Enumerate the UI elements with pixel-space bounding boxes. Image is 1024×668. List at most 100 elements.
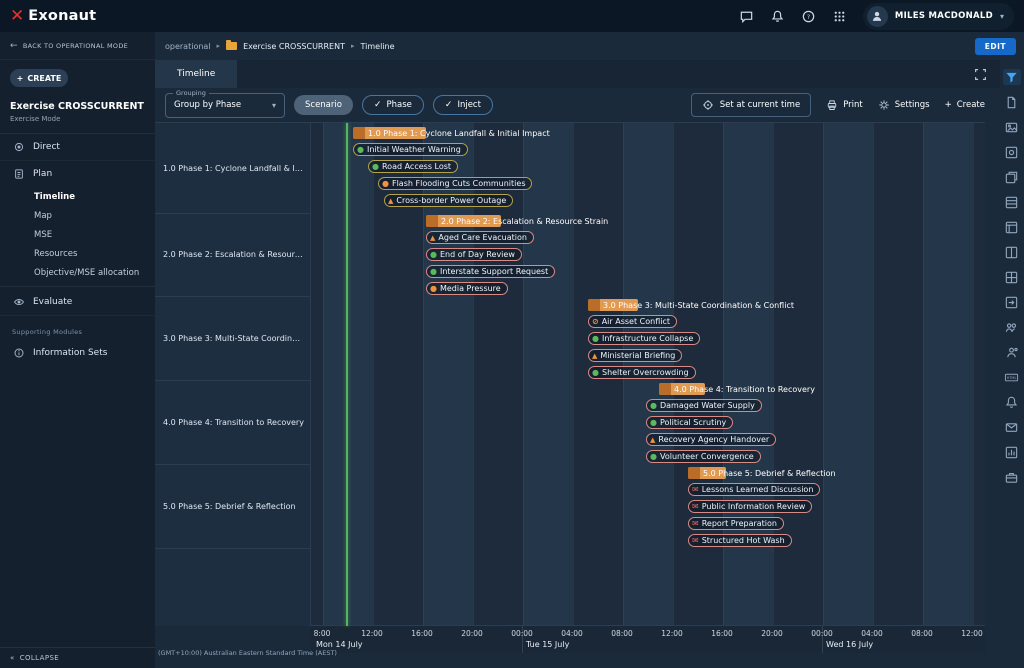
sidebar-item-information-sets[interactable]: Information Sets	[0, 340, 155, 366]
image-icon[interactable]	[1003, 119, 1021, 135]
panel-grid-icon[interactable]	[1003, 269, 1021, 285]
check-icon: ✓	[445, 100, 453, 110]
phase-bar[interactable]: 3.0 Phase 3: Multi-State Coordination & …	[588, 299, 638, 311]
sidebar-item-evaluate[interactable]: Evaluate	[0, 289, 155, 316]
sidebar-item-plan[interactable]: Plan	[0, 161, 155, 187]
sidebar-item-mse[interactable]: MSE	[0, 225, 155, 244]
inject-chip[interactable]: Shelter Overcrowding	[588, 366, 696, 379]
axis-tick: 12:00	[361, 629, 383, 638]
exercise-folder-icon	[226, 42, 237, 50]
panel-columns-icon[interactable]	[1003, 244, 1021, 260]
phase-bar[interactable]: 1.0 Phase 1: Cyclone Landfall & Initial …	[353, 127, 426, 139]
toolbox-icon[interactable]	[1003, 469, 1021, 485]
phase-bar-icon	[588, 299, 600, 311]
inject-chip[interactable]: Volunteer Convergence	[646, 450, 761, 463]
gallery-icon[interactable]	[1003, 169, 1021, 185]
bell-icon[interactable]	[1003, 394, 1021, 410]
create-button[interactable]: + CREATE	[10, 69, 68, 87]
chat-icon[interactable]	[739, 8, 755, 24]
axis-day-label: Mon 14 July	[316, 640, 363, 649]
filter-icon[interactable]	[1003, 69, 1021, 85]
user-group-icon[interactable]	[1003, 344, 1021, 360]
plan-icon	[12, 168, 25, 180]
sidebar-item-objective-mse-allocation[interactable]: Objective/MSE allocation	[0, 263, 155, 282]
tab-timeline[interactable]: Timeline	[155, 60, 237, 88]
edit-button[interactable]: EDIT	[975, 38, 1016, 55]
panel-rows-icon[interactable]	[1003, 219, 1021, 235]
breadcrumb-root[interactable]: operational	[165, 42, 211, 51]
axis-tick: 04:00	[561, 629, 583, 638]
filter-chip-scenario[interactable]: Scenario	[294, 95, 353, 115]
app-window: ✕ Exonaut ? MILES MACDONALD ▾ ← BACK TO …	[0, 0, 1024, 668]
html-icon[interactable]: HTML	[1003, 369, 1021, 385]
inject-chip[interactable]: Air Asset Conflict	[588, 315, 677, 328]
inject-chip[interactable]: Media Pressure	[426, 282, 508, 295]
notifications-icon[interactable]	[770, 8, 786, 24]
blocked-icon	[592, 318, 599, 326]
timeline-chart[interactable]: 1.0 Phase 1: Cyclone Landfall & Initial …	[310, 123, 985, 626]
inject-chip[interactable]: Ministerial Briefing	[588, 349, 682, 362]
status-icon	[592, 335, 599, 343]
timeline-group-label: 5.0 Phase 5: Debrief & Reflection	[155, 464, 310, 548]
collapse-sidebar-button[interactable]: « COLLAPSE	[0, 647, 155, 668]
frame-icon[interactable]	[1003, 144, 1021, 160]
axis-tick: 12:00	[961, 629, 983, 638]
document-icon[interactable]	[1003, 94, 1021, 110]
app-logo[interactable]: ✕ Exonaut	[10, 8, 96, 25]
inject-chip[interactable]: Initial Weather Warning	[353, 143, 468, 156]
chevron-right-icon: ▸	[351, 42, 355, 50]
caret-down-icon: ▾	[1000, 12, 1004, 21]
inject-chip[interactable]: Lessons Learned Discussion	[688, 483, 820, 496]
print-button[interactable]: Print	[826, 99, 863, 111]
inject-chip[interactable]: Aged Care Evacuation	[426, 231, 534, 244]
inject-chip[interactable]: Cross-border Power Outage	[384, 194, 513, 207]
eye-icon	[12, 296, 25, 308]
inject-chip[interactable]: Structured Hot Wash	[688, 534, 792, 547]
filter-chip-phase[interactable]: ✓ Phase	[362, 95, 424, 115]
set-at-current-time-button[interactable]: Set at current time	[691, 93, 811, 117]
inject-chip[interactable]: End of Day Review	[426, 248, 522, 261]
filter-chip-inject[interactable]: ✓ Inject	[433, 95, 493, 115]
timeline-group-label: 3.0 Phase 3: Multi-State Coordination & …	[155, 296, 310, 380]
inject-chip[interactable]: Political Scrutiny	[646, 416, 733, 429]
phase-bar[interactable]: 4.0 Phase 4: Transition to Recovery	[659, 383, 705, 395]
mail-icon[interactable]	[1003, 419, 1021, 435]
warning-icon	[388, 197, 393, 205]
inject-chip[interactable]: Road Access Lost	[368, 160, 458, 173]
sidebar-item-map[interactable]: Map	[0, 206, 155, 225]
status-icon	[430, 268, 437, 276]
grouping-select[interactable]: Grouping Group by Phase ▾	[165, 93, 285, 118]
apps-grid-icon[interactable]	[832, 8, 848, 24]
supporting-modules-label: Supporting Modules	[0, 316, 155, 340]
sidebar-item-resources[interactable]: Resources	[0, 244, 155, 263]
settings-button[interactable]: Settings	[878, 99, 930, 111]
breadcrumb-exercise[interactable]: Exercise CROSSCURRENT	[243, 42, 345, 51]
day-separator	[522, 626, 523, 653]
inject-chip[interactable]: Flash Flooding Cuts Communities	[378, 177, 532, 190]
inject-chip[interactable]: Public Information Review	[688, 500, 812, 513]
help-icon[interactable]: ?	[801, 8, 817, 24]
phase-bar[interactable]: 2.0 Phase 2: Escalation & Resource Strai…	[426, 215, 501, 227]
phase-bar[interactable]: 5.0 Phase 5: Debrief & Reflection	[688, 467, 726, 479]
back-to-operational-button[interactable]: ← BACK TO OPERATIONAL MODE	[0, 32, 155, 60]
users-icon[interactable]	[1003, 319, 1021, 335]
chart-icon[interactable]	[1003, 444, 1021, 460]
sidebar: ← BACK TO OPERATIONAL MODE + CREATE Exer…	[0, 32, 155, 668]
inject-chip[interactable]: Report Preparation	[688, 517, 784, 530]
phase-bar-icon	[688, 467, 700, 479]
inject-chip[interactable]: Damaged Water Supply	[646, 399, 762, 412]
inject-chip[interactable]: Infrastructure Collapse	[588, 332, 700, 345]
current-time-marker	[346, 123, 348, 626]
sidebar-item-direct[interactable]: Direct	[0, 134, 155, 161]
inject-chip[interactable]: Interstate Support Request	[426, 265, 555, 278]
chevron-down-icon: ▾	[272, 101, 276, 110]
user-menu[interactable]: MILES MACDONALD ▾	[863, 3, 1014, 30]
fullscreen-icon[interactable]	[972, 66, 988, 82]
panel-export-icon[interactable]	[1003, 294, 1021, 310]
mail-icon	[692, 503, 699, 511]
inject-chip[interactable]: Recovery Agency Handover	[646, 433, 776, 446]
timeline-gantt: 1.0 Phase 1: Cyclone Landfall & Initial …	[155, 122, 985, 626]
create-button-toolbar[interactable]: + Create	[945, 100, 985, 110]
sidebar-item-timeline[interactable]: Timeline	[0, 187, 155, 206]
panel-list-icon[interactable]	[1003, 194, 1021, 210]
